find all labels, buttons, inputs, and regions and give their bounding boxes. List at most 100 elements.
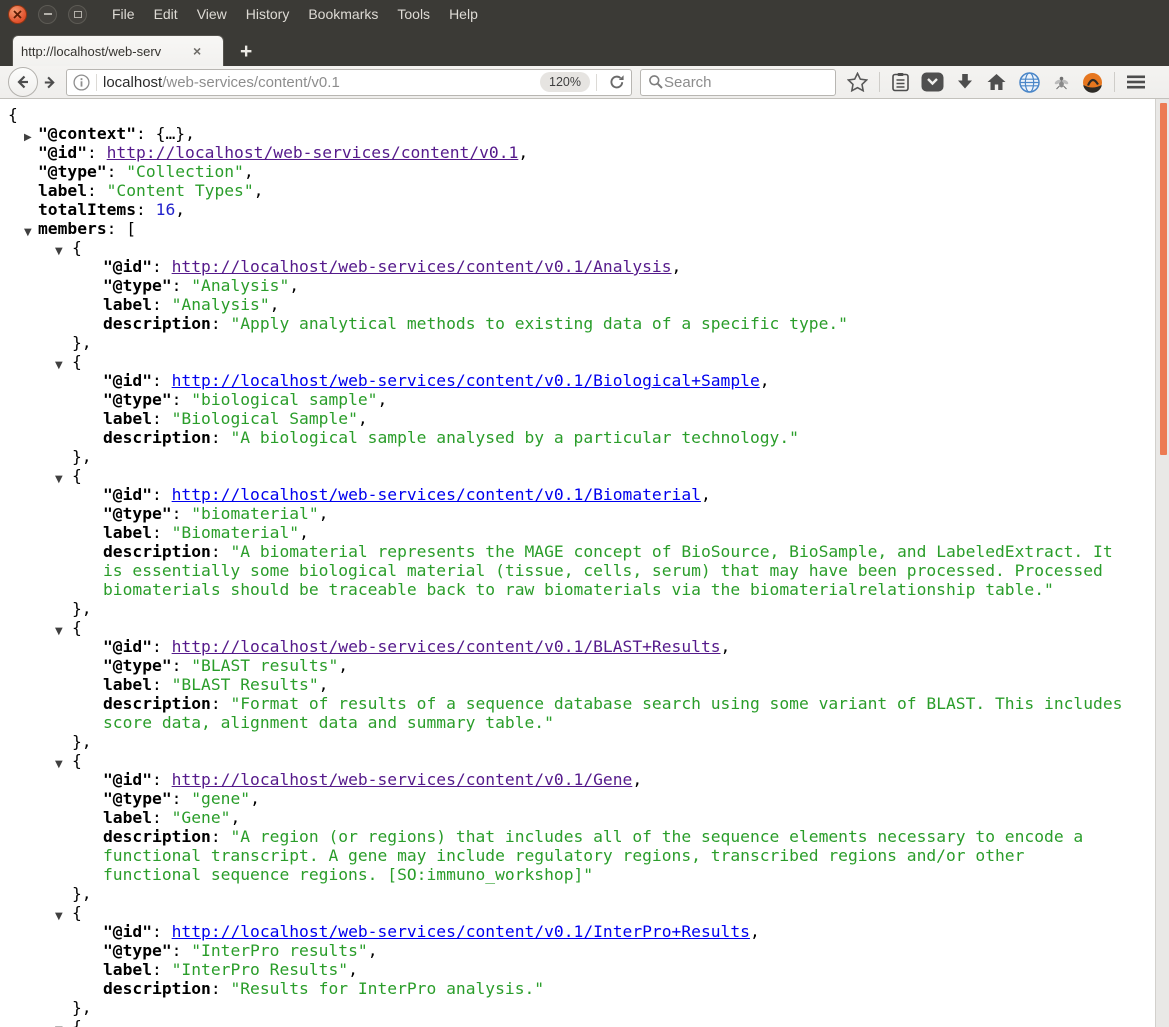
globe-icon — [1019, 71, 1040, 93]
collapse-triangle-icon[interactable]: ▼ — [55, 907, 63, 926]
json-line-label: label: "Content Types", — [38, 181, 264, 200]
fly-extension-button[interactable] — [1052, 73, 1071, 91]
addon-button[interactable] — [1082, 72, 1103, 93]
collapse-triangle-icon[interactable]: ▼ — [55, 242, 63, 261]
collapse-triangle-icon[interactable]: ▼ — [55, 356, 63, 375]
json-line: }, — [72, 884, 92, 903]
json-line-label: label: "Biological Sample", — [103, 409, 368, 428]
navigation-toolbar: localhost/web-services/content/v0.1 120% — [0, 66, 1169, 99]
json-string: "InterPro Results" — [171, 960, 349, 979]
menu-view[interactable]: View — [197, 6, 227, 22]
menu-help[interactable]: Help — [449, 6, 478, 22]
collapse-triangle-icon[interactable]: ▼ — [55, 622, 63, 641]
hamburger-icon — [1127, 75, 1145, 89]
json-string: "gene" — [191, 789, 251, 808]
clipboard-list-icon — [892, 73, 909, 92]
reload-icon — [610, 75, 624, 89]
json-line-id: "@id": http://localhost/web-services/con… — [103, 637, 731, 656]
json-string: "A biological sample analysed by a parti… — [230, 428, 799, 447]
collapse-triangle-icon[interactable]: ▼ — [55, 470, 63, 489]
close-icon — [13, 9, 22, 19]
json-line-id: "@id": http://localhost/web-services/con… — [103, 485, 711, 504]
json-string: "BLAST Results" — [171, 675, 319, 694]
collapse-triangle-icon[interactable]: ▼ — [24, 223, 32, 242]
json-string: "biomaterial" — [191, 504, 319, 523]
new-tab-button[interactable]: + — [240, 41, 252, 62]
addon-ball-icon — [1083, 72, 1102, 93]
menu-hamburger-button[interactable] — [1126, 74, 1146, 90]
menu-edit[interactable]: Edit — [154, 6, 178, 22]
json-link[interactable]: http://localhost/web-services/content/v0… — [172, 371, 760, 390]
forward-button[interactable] — [36, 70, 62, 94]
json-string: "A region (or regions) that includes all… — [103, 827, 1094, 884]
json-key: label — [38, 181, 88, 200]
json-line-label: label: "Biomaterial", — [103, 523, 309, 542]
url-text[interactable]: localhost/web-services/content/v0.1 — [103, 74, 540, 91]
scrollbar-thumb[interactable] — [1160, 103, 1167, 455]
pocket-button[interactable] — [921, 72, 944, 92]
json-key: totalItems — [38, 200, 137, 219]
home-button[interactable] — [986, 72, 1007, 92]
collapse-triangle-icon[interactable]: ▶ — [24, 128, 32, 147]
reload-button[interactable] — [609, 74, 625, 90]
downloads-button[interactable] — [955, 72, 975, 92]
json-link[interactable]: http://localhost/web-services/content/v0… — [172, 922, 750, 941]
json-line: ▼{ — [55, 903, 1131, 922]
globe-extension-button[interactable] — [1018, 71, 1041, 94]
json-key: members — [38, 219, 107, 238]
collapsed-object[interactable]: {…} — [156, 124, 185, 143]
collapse-triangle-icon[interactable]: ▼ — [55, 1021, 63, 1027]
search-input[interactable] — [664, 73, 814, 91]
json-link[interactable]: http://localhost/web-services/content/v0… — [107, 143, 519, 162]
url-bar[interactable]: localhost/web-services/content/v0.1 120% — [66, 68, 632, 96]
menu-bookmarks[interactable]: Bookmarks — [308, 6, 378, 22]
download-arrow-icon — [958, 74, 972, 89]
page-info-icon[interactable] — [73, 73, 90, 91]
menu-history[interactable]: History — [246, 6, 290, 22]
json-string: "Format of results of a sequence databas… — [103, 694, 1133, 732]
json-line-type: "@type": "Collection", — [38, 162, 254, 181]
json-line-description: description: "A biomaterial represents t… — [103, 542, 1123, 599]
zoom-level-badge[interactable]: 120% — [540, 72, 590, 92]
json-line-type: "@type": "biomaterial", — [103, 504, 329, 523]
fly-icon — [1054, 76, 1069, 90]
window-maximize-button[interactable] — [68, 4, 87, 24]
json-key: "@type" — [38, 162, 107, 181]
json-viewer: { ▶ "@context": {…}, "@id": http://localh… — [0, 99, 1131, 1027]
json-line-label: label: "BLAST Results", — [103, 675, 329, 694]
json-line: ▼{ — [55, 751, 1131, 770]
search-bar[interactable] — [640, 68, 836, 96]
json-string: "A biomaterial represents the MAGE conce… — [103, 542, 1123, 599]
json-string: "Collection" — [126, 162, 244, 181]
json-line-label: label: "Analysis", — [103, 295, 280, 314]
urlbar-separator — [96, 73, 97, 91]
json-link[interactable]: http://localhost/web-services/content/v0… — [172, 485, 701, 504]
json-link[interactable]: http://localhost/web-services/content/v0… — [172, 257, 672, 276]
menu-file[interactable]: File — [112, 6, 135, 22]
window-close-button[interactable] — [8, 4, 27, 24]
json-line-description: description: "Format of results of a seq… — [103, 694, 1133, 732]
json-line-type: "@type": "InterPro results", — [103, 941, 378, 960]
tab-close-icon[interactable]: × — [193, 44, 201, 58]
json-line-id: "@id": http://localhost/web-services/con… — [103, 770, 643, 789]
star-icon — [847, 72, 868, 92]
json-link[interactable]: http://localhost/web-services/content/v0… — [172, 770, 633, 789]
json-line: ▼{ — [55, 1017, 1131, 1027]
json-line-id: "@id": http://localhost/web-services/con… — [38, 143, 529, 162]
json-link[interactable]: http://localhost/web-services/content/v0… — [172, 637, 721, 656]
json-line-type: "@type": "BLAST results", — [103, 656, 349, 675]
forward-arrow-icon — [44, 76, 55, 88]
menu-tools[interactable]: Tools — [397, 6, 430, 22]
json-string: "Analysis" — [171, 295, 270, 314]
browser-tab[interactable]: http://localhost/web-serv × — [12, 35, 224, 66]
window-minimize-button[interactable] — [38, 4, 57, 24]
scrollbar-track[interactable] — [1155, 99, 1169, 1027]
json-line: }, — [72, 599, 92, 618]
bookmarks-menu-button[interactable] — [891, 72, 910, 92]
back-button[interactable] — [8, 67, 38, 97]
json-string: "Content Types" — [106, 181, 254, 200]
collapse-triangle-icon[interactable]: ▼ — [55, 755, 63, 774]
urlbar-separator — [596, 73, 597, 91]
json-line: { — [8, 105, 18, 124]
bookmark-star-button[interactable] — [847, 72, 868, 92]
